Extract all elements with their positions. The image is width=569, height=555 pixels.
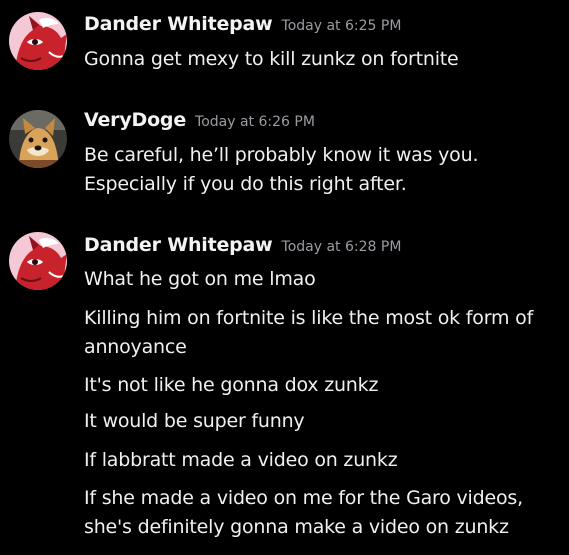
avatar[interactable] <box>9 12 67 70</box>
message-text: It's not like he gonna dox zunkz <box>84 374 379 396</box>
timestamp[interactable]: Today at 6:26 PM <box>195 114 315 130</box>
red-wolf-avatar-icon <box>9 12 67 70</box>
message-header: Dander Whitepaw Today at 6:25 PM <box>84 13 401 35</box>
message-text: annoyance <box>84 336 187 358</box>
username[interactable]: Dander Whitepaw <box>84 234 273 256</box>
message-text: It would be super funny <box>84 410 305 432</box>
message-header: VeryDoge Today at 6:26 PM <box>84 109 315 131</box>
message-text: If she made a video on me for the Garo v… <box>84 487 523 509</box>
red-wolf-avatar-icon <box>9 232 67 290</box>
message-text: Especially if you do this right after. <box>84 173 407 195</box>
username[interactable]: VeryDoge <box>84 109 186 131</box>
message-text: If labbratt made a video on zunkz <box>84 449 398 471</box>
timestamp[interactable]: Today at 6:25 PM <box>282 18 402 34</box>
message-text: she's definitely gonna make a video on z… <box>84 516 509 538</box>
message-text: Gonna get mexy to kill zunkz on fortnite <box>84 48 459 70</box>
message-header: Dander Whitepaw Today at 6:28 PM <box>84 234 401 256</box>
shiba-doge-avatar-icon <box>9 110 67 168</box>
message-text: Killing him on fortnite is like the most… <box>84 307 534 329</box>
message-text: Be careful, he’ll probably know it was y… <box>84 144 479 166</box>
timestamp[interactable]: Today at 6:28 PM <box>282 239 402 255</box>
avatar[interactable] <box>9 232 67 290</box>
avatar[interactable] <box>9 110 67 168</box>
username[interactable]: Dander Whitepaw <box>84 13 273 35</box>
message-text: What he got on me lmao <box>84 268 316 290</box>
